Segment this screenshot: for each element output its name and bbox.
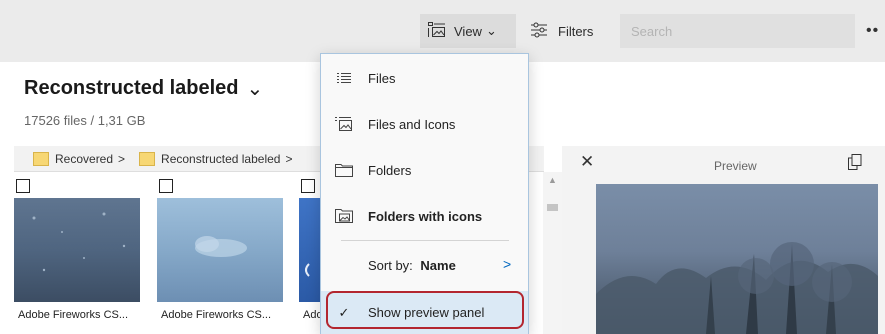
preview-title: Preview [714, 159, 757, 173]
open-external-icon[interactable] [848, 154, 862, 170]
file-tile[interactable]: Adobe Fireworks CS... [157, 179, 283, 329]
vertical-scrollbar[interactable]: ▲ [543, 172, 562, 334]
file-name: Adobe Fireworks CS... [18, 309, 129, 321]
chevron-right-icon: > [503, 256, 512, 272]
view-layout-icon [428, 21, 446, 41]
filters-button[interactable]: Filters [526, 14, 612, 48]
search-input[interactable] [620, 14, 855, 48]
menu-divider [341, 240, 509, 241]
filter-sliders-icon [530, 22, 548, 41]
file-tile[interactable]: Adobe Fireworks CS... [299, 179, 321, 329]
file-name: Adobe Fireworks CS... [161, 309, 272, 321]
sort-by-value: Name [420, 257, 456, 273]
menu-item-label: Files [368, 70, 396, 86]
select-checkbox[interactable] [16, 179, 30, 193]
menu-item-folders[interactable]: Folders [321, 147, 528, 193]
scrollbar-thumb[interactable] [547, 204, 558, 211]
view-button-label: View [454, 23, 482, 39]
menu-item-folders-with-icons[interactable]: Folders with icons [321, 193, 528, 239]
scroll-up-arrow-icon[interactable]: ▲ [543, 175, 562, 185]
folder-outline-icon [334, 163, 354, 177]
folder-icon [139, 151, 156, 166]
chevron-down-icon: ⌄ [246, 78, 264, 100]
folder-image-icon [334, 208, 354, 224]
preview-image [596, 184, 878, 334]
select-checkbox[interactable] [159, 179, 173, 193]
menu-item-label: Folders with icons [368, 208, 483, 224]
folder-icon [33, 151, 49, 166]
sort-label: Sort by: Name [368, 258, 456, 273]
list-icon [334, 72, 354, 84]
more-options-button[interactable]: •• [866, 14, 885, 48]
view-button[interactable]: View ⌄ [420, 14, 516, 48]
file-name: Adobe Fireworks CS... [303, 309, 321, 321]
breadcrumb-separator-icon: > [118, 151, 126, 166]
file-tile[interactable]: Adobe Fireworks CS... [14, 179, 140, 329]
menu-item-sort-by[interactable]: Sort by: Name > [321, 242, 528, 288]
annotation-highlight-ring [326, 291, 524, 329]
file-thumbnail-image [157, 198, 283, 302]
file-count-summary: 17526 files / 1,31 GB [24, 113, 146, 128]
filters-button-label: Filters [558, 23, 594, 39]
breadcrumb-item-reconstructed[interactable]: Reconstructed labeled > [125, 151, 293, 166]
chevron-down-icon: ⌄ [485, 23, 497, 38]
breadcrumb-label: Reconstructed labeled [161, 151, 281, 166]
menu-item-label: Folders [368, 162, 412, 178]
file-thumbnail-image [14, 198, 140, 302]
page-title[interactable]: Reconstructed labeled ⌄ [24, 76, 263, 101]
breadcrumb-separator-icon: > [285, 151, 293, 166]
file-thumbnail-image [299, 198, 321, 302]
menu-item-files[interactable]: Files [321, 55, 528, 101]
sort-by-label: Sort by: [368, 257, 413, 273]
breadcrumb-label: Recovered [55, 151, 114, 166]
preview-panel: ✕ Preview [562, 146, 885, 334]
select-checkbox[interactable] [301, 179, 315, 193]
menu-item-files-and-icons[interactable]: Files and Icons [321, 101, 528, 147]
menu-item-label: Files and Icons [368, 116, 456, 132]
close-icon[interactable]: ✕ [580, 152, 594, 172]
breadcrumb-item-recovered[interactable]: Recovered > [14, 151, 126, 166]
list-with-image-icon [334, 116, 354, 132]
page-title-text: Reconstructed labeled [24, 77, 239, 99]
